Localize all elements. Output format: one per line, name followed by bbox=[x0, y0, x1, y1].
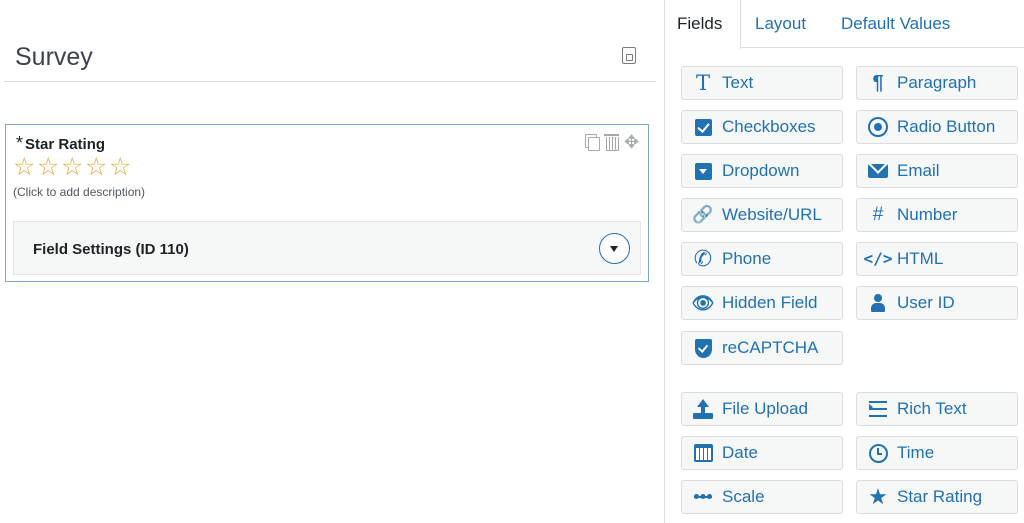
chevron-down-icon[interactable] bbox=[599, 233, 630, 264]
required-mark: * bbox=[16, 133, 24, 153]
button-label: reCAPTCHA bbox=[722, 338, 819, 357]
add-user-id-field-button[interactable]: User ID bbox=[856, 286, 1018, 320]
form-title[interactable]: Survey bbox=[15, 43, 93, 72]
star-icon[interactable]: ☆ bbox=[13, 155, 37, 180]
button-label: Radio Button bbox=[897, 117, 996, 136]
add-url-field-button[interactable]: 🔗 Website/URL bbox=[681, 198, 843, 232]
star-rating-preview: ☆ ☆ ☆ ☆ ☆ bbox=[13, 155, 133, 180]
add-hidden-field-button[interactable]: 👁 Hidden Field bbox=[681, 286, 843, 320]
user-icon bbox=[871, 294, 885, 312]
phone-icon: ✆ bbox=[693, 246, 713, 271]
add-radio-field-button[interactable]: Radio Button bbox=[856, 110, 1018, 144]
button-label: Hidden Field bbox=[722, 293, 818, 312]
star-icon[interactable]: ☆ bbox=[37, 155, 61, 180]
add-paragraph-field-button[interactable]: ¶ Paragraph bbox=[856, 66, 1018, 100]
add-file-upload-field-button[interactable]: File Upload bbox=[681, 392, 843, 426]
button-label: Dropdown bbox=[722, 161, 800, 180]
palette-tabs: Fields Layout Default Values bbox=[665, 0, 1024, 49]
field-label[interactable]: * Star Rating bbox=[16, 133, 105, 154]
button-label: HTML bbox=[897, 249, 944, 268]
form-title-row: Survey bbox=[4, 36, 656, 82]
add-scale-field-button[interactable]: Scale bbox=[681, 480, 843, 514]
envelope-icon bbox=[868, 164, 888, 178]
button-label: Time bbox=[897, 443, 935, 462]
button-label: Email bbox=[897, 161, 940, 180]
field-card-star-rating[interactable]: * Star Rating ✥ ☆ ☆ ☆ ☆ ☆ (Click to add d… bbox=[5, 124, 649, 282]
field-label-text: Star Rating bbox=[25, 136, 106, 153]
button-label: Paragraph bbox=[897, 73, 977, 92]
button-label: File Upload bbox=[722, 399, 808, 418]
button-label: Website/URL bbox=[722, 205, 822, 224]
button-label: Text bbox=[722, 73, 754, 92]
star-icon: ★ bbox=[868, 484, 888, 509]
add-html-field-button[interactable]: </> HTML bbox=[856, 242, 1018, 276]
tab-layout[interactable]: Layout bbox=[743, 0, 818, 48]
text-icon: T bbox=[695, 71, 710, 95]
paragraph-icon: ¶ bbox=[872, 72, 884, 94]
move-icon[interactable]: ✥ bbox=[623, 133, 640, 151]
scale-icon bbox=[694, 494, 712, 499]
indent-icon bbox=[869, 401, 887, 417]
code-icon: </> bbox=[863, 249, 893, 268]
star-icon[interactable]: ☆ bbox=[109, 155, 133, 180]
add-checkboxes-field-button[interactable]: Checkboxes bbox=[681, 110, 843, 144]
tab-default-values[interactable]: Default Values bbox=[829, 0, 962, 48]
star-icon[interactable]: ☆ bbox=[85, 155, 109, 180]
add-star-rating-field-button[interactable]: ★ Star Rating bbox=[856, 480, 1018, 514]
field-actions: ✥ bbox=[583, 133, 640, 151]
trash-icon[interactable] bbox=[603, 133, 620, 151]
field-settings-bar[interactable]: Field Settings (ID 110) bbox=[13, 221, 641, 275]
button-label: Phone bbox=[722, 249, 772, 268]
clock-icon bbox=[868, 443, 888, 463]
dropdown-icon bbox=[694, 162, 712, 180]
radio-icon bbox=[868, 117, 888, 137]
button-label: Rich Text bbox=[897, 399, 967, 418]
upload-icon bbox=[693, 399, 713, 419]
field-settings-title: Field Settings (ID 110) bbox=[33, 241, 189, 258]
button-label: Checkboxes bbox=[722, 117, 816, 136]
add-phone-field-button[interactable]: ✆ Phone bbox=[681, 242, 843, 276]
button-label: Star Rating bbox=[897, 487, 983, 506]
add-email-field-button[interactable]: Email bbox=[856, 154, 1018, 188]
eye-slash-icon: 👁 bbox=[691, 293, 715, 313]
field-palette: Fields Layout Default Values T Text ¶ Pa… bbox=[664, 0, 1024, 523]
link-icon: 🔗 bbox=[692, 205, 714, 224]
button-label: User ID bbox=[897, 293, 955, 312]
tab-fields[interactable]: Fields bbox=[665, 0, 741, 49]
duplicate-icon[interactable] bbox=[583, 133, 600, 151]
add-number-field-button[interactable]: # Number bbox=[856, 198, 1018, 232]
add-recaptcha-field-button[interactable]: reCAPTCHA bbox=[681, 331, 843, 365]
hash-icon: # bbox=[872, 204, 884, 225]
add-dropdown-field-button[interactable]: Dropdown bbox=[681, 154, 843, 188]
add-date-field-button[interactable]: Date bbox=[681, 436, 843, 470]
button-label: Scale bbox=[722, 487, 765, 506]
form-canvas: Survey * Star Rating ✥ ☆ ☆ ☆ ☆ ☆ (Click t… bbox=[0, 0, 662, 523]
add-time-field-button[interactable]: Time bbox=[856, 436, 1018, 470]
calendar-icon bbox=[693, 444, 713, 462]
shield-icon bbox=[694, 338, 712, 358]
add-rich-text-field-button[interactable]: Rich Text bbox=[856, 392, 1018, 426]
star-icon[interactable]: ☆ bbox=[61, 155, 85, 180]
checkbox-icon bbox=[694, 118, 712, 136]
button-label: Number bbox=[897, 205, 958, 224]
add-text-field-button[interactable]: T Text bbox=[681, 66, 843, 100]
button-label: Date bbox=[722, 443, 758, 462]
field-description[interactable]: (Click to add description) bbox=[13, 185, 145, 199]
form-settings-icon[interactable] bbox=[622, 47, 636, 64]
